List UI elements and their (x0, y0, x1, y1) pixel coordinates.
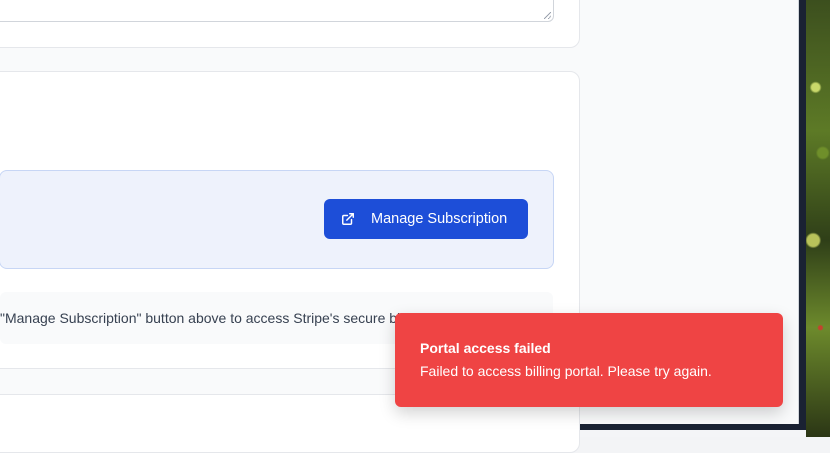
toast-title: Portal access failed (420, 340, 551, 356)
manage-subscription-label: Manage Subscription (371, 211, 508, 227)
background-photo (806, 0, 830, 437)
external-link-icon (341, 212, 355, 226)
notes-textarea[interactable] (0, 0, 554, 22)
resize-grip-icon[interactable] (544, 12, 551, 19)
manage-subscription-button[interactable]: Manage Subscription (324, 199, 528, 239)
error-toast[interactable]: Portal access failed Failed to access bi… (395, 313, 783, 407)
toast-message: Failed to access billing portal. Please … (420, 363, 712, 379)
